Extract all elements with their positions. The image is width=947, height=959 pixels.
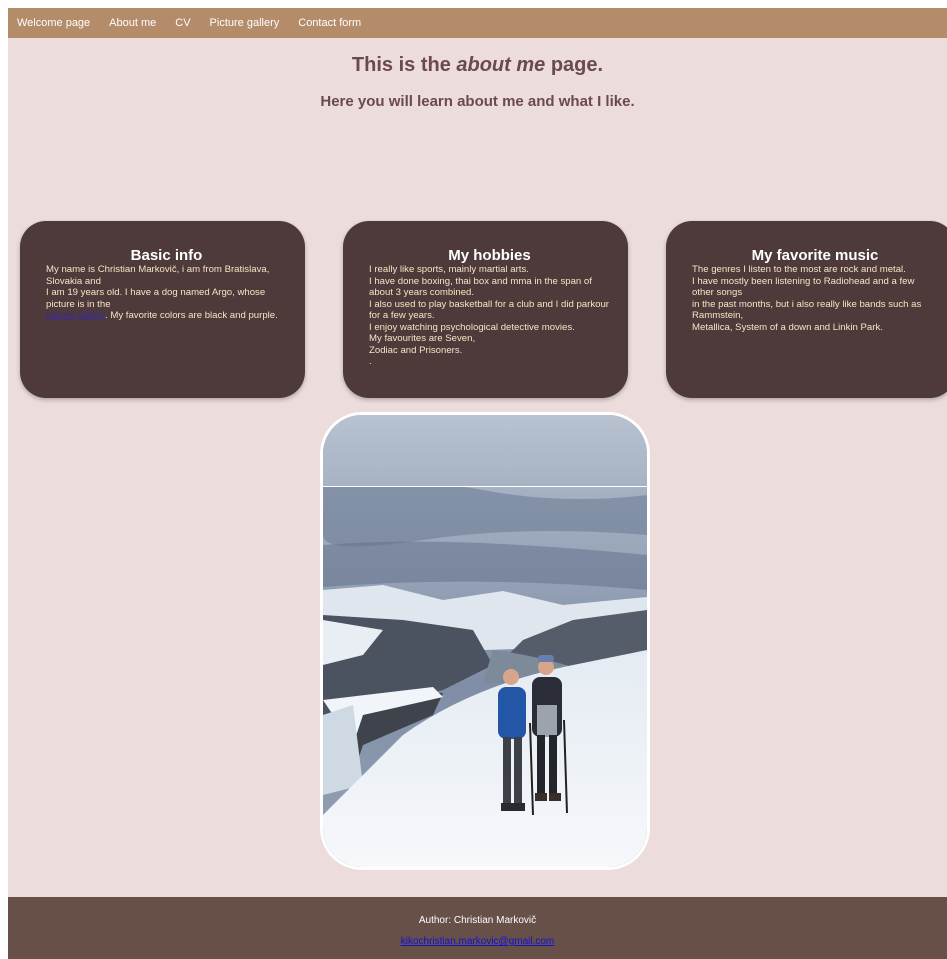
page-subtitle: Here you will learn about me and what I … xyxy=(320,93,635,110)
footer-email-link[interactable]: kikochristian.markovic@gmail.com xyxy=(401,936,555,947)
page-title: This is the about me page. xyxy=(351,54,604,76)
basic-info-text: My name is Christian Markovič, i am from… xyxy=(46,264,278,321)
top-nav: Welcome page About me CV Picture gallery… xyxy=(8,8,947,38)
nav-cv[interactable]: CV xyxy=(175,8,190,38)
basic-info-heading: Basic info xyxy=(130,247,203,264)
footer: Author: Christian Markovič kikochristian… xyxy=(8,897,947,959)
nav-about-me[interactable]: About me xyxy=(109,8,156,38)
music-card: My favorite music The genres I listen to… xyxy=(666,221,947,398)
nav-picture-gallery[interactable]: Picture gallery xyxy=(210,8,280,38)
basic-info-card: Basic info My name is Christian Markovič… xyxy=(20,221,305,398)
photo-render-band xyxy=(323,415,647,487)
footer-author: Author: Christian Markovič xyxy=(418,915,537,926)
music-text: The genres I listen to the most are rock… xyxy=(692,264,922,333)
hobbies-text: I really like sports, mainly martial art… xyxy=(369,264,609,367)
nav-contact-form[interactable]: Contact form xyxy=(298,8,361,38)
picture-gallery-link[interactable]: picture gallery xyxy=(46,310,105,321)
music-heading: My favorite music xyxy=(751,247,879,264)
profile-photo xyxy=(320,412,650,870)
hobbies-heading: My hobbies xyxy=(448,247,531,264)
hobbies-card: My hobbies I really like sports, mainly … xyxy=(343,221,628,398)
nav-welcome-page[interactable]: Welcome page xyxy=(17,8,90,38)
page: Welcome page About me CV Picture gallery… xyxy=(8,8,947,959)
